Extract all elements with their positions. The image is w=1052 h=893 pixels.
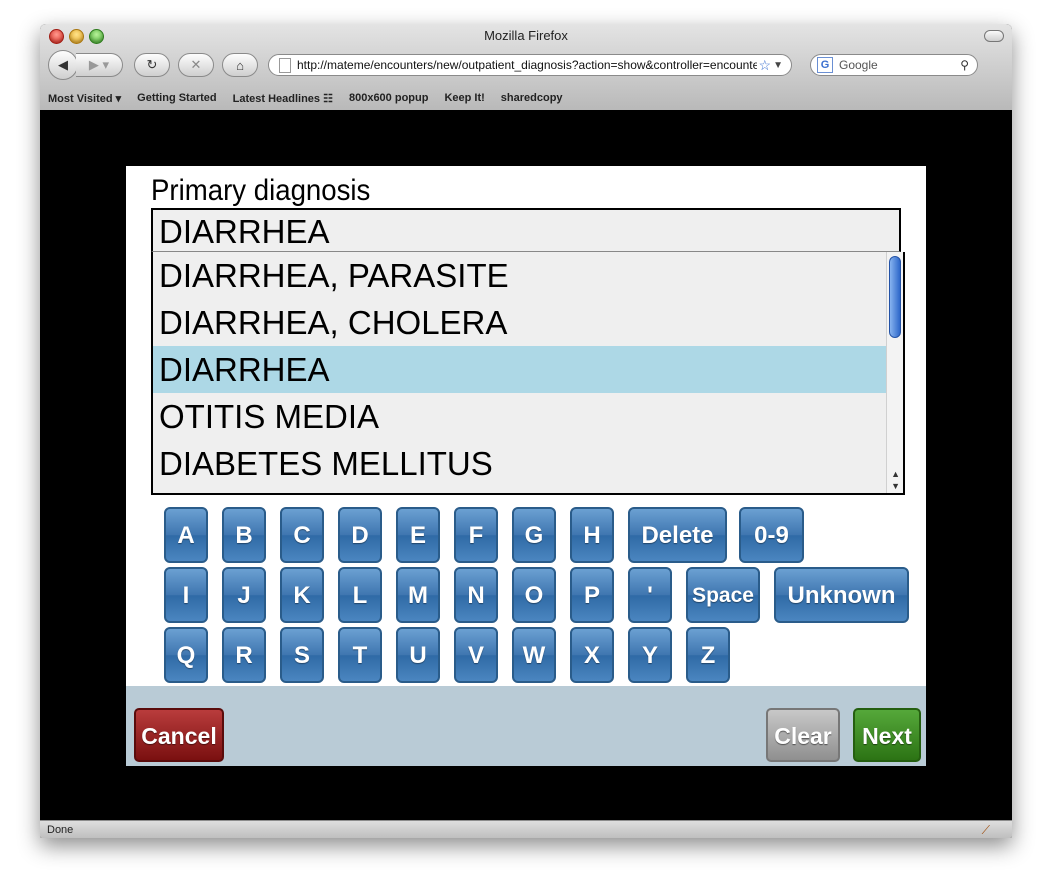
scrollbar[interactable]: ▲ ▼ <box>886 252 903 493</box>
list-item[interactable]: DIABETES MELLITUS <box>153 440 887 487</box>
status-text: Done <box>47 824 74 836</box>
key-p[interactable]: P <box>570 567 614 623</box>
bookmark-keep-it[interactable]: Keep It! <box>444 92 484 104</box>
bookmark-sharedcopy[interactable]: sharedcopy <box>501 92 563 104</box>
bookmark-latest-headlines[interactable]: Latest Headlines ☷ <box>233 92 333 105</box>
key-i[interactable]: I <box>164 567 208 623</box>
diagnosis-input[interactable]: DIARRHEA <box>151 208 901 252</box>
numbers-key[interactable]: 0-9 <box>739 507 804 563</box>
stop-icon: ✕ <box>190 57 202 72</box>
browser-window: Mozilla Firefox ◀ ▶ ▾ ↻ ✕ ⌂ http://matem… <box>40 24 1012 838</box>
page-content: Primary diagnosis DIARRHEA DIARRHEA, PAR… <box>40 110 1012 820</box>
bookmarks-toolbar: Most Visited ▾ Getting Started Latest He… <box>40 86 1012 110</box>
key-t[interactable]: T <box>338 627 382 683</box>
key-f[interactable]: F <box>454 507 498 563</box>
touchscreen-app: Primary diagnosis DIARRHEA DIARRHEA, PAR… <box>126 166 926 766</box>
back-arrow-icon: ◀ <box>58 57 68 72</box>
key-v[interactable]: V <box>454 627 498 683</box>
key-b[interactable]: B <box>222 507 266 563</box>
list-item[interactable]: OTITIS MEDIA <box>153 393 887 440</box>
status-bar: Done ⟋ <box>40 820 1012 838</box>
forward-arrow-icon: ▶ ▾ <box>88 57 110 72</box>
scrollbar-thumb[interactable] <box>889 256 901 338</box>
list-item[interactable]: DIARRHEA, CHOLERA <box>153 299 887 346</box>
search-engine-icon[interactable]: G <box>817 57 833 73</box>
navigation-toolbar: ◀ ▶ ▾ ↻ ✕ ⌂ http://mateme/encounters/new… <box>40 50 1012 82</box>
bookmark-most-visited[interactable]: Most Visited ▾ <box>48 92 121 105</box>
window-title: Mozilla Firefox <box>484 28 568 43</box>
search-icon[interactable]: ⚲ <box>960 58 969 72</box>
key-e[interactable]: E <box>396 507 440 563</box>
search-bar[interactable]: G Google ⚲ <box>810 54 978 76</box>
key-w[interactable]: W <box>512 627 556 683</box>
key-g[interactable]: G <box>512 507 556 563</box>
key-j[interactable]: J <box>222 567 266 623</box>
space-key[interactable]: Space <box>686 567 760 623</box>
next-button[interactable]: Next <box>853 708 921 762</box>
url-bar[interactable]: http://mateme/encounters/new/outpatient_… <box>268 54 792 76</box>
home-button[interactable]: ⌂ <box>222 53 258 77</box>
cancel-button[interactable]: Cancel <box>134 708 224 762</box>
key-n[interactable]: N <box>454 567 498 623</box>
url-text[interactable]: http://mateme/encounters/new/outpatient_… <box>297 58 757 72</box>
list-item-selected[interactable]: DIARRHEA <box>153 346 887 393</box>
key-r[interactable]: R <box>222 627 266 683</box>
forward-button[interactable]: ▶ ▾ <box>76 53 123 77</box>
key-d[interactable]: D <box>338 507 382 563</box>
key-q[interactable]: Q <box>164 627 208 683</box>
unknown-key[interactable]: Unknown <box>774 567 909 623</box>
key-a[interactable]: A <box>164 507 208 563</box>
bookmark-popup[interactable]: 800x600 popup <box>349 92 428 104</box>
options-list: DIARRHEA, PARASITE DIARRHEA, CHOLERA DIA… <box>151 252 905 495</box>
scroll-down-icon[interactable]: ▼ <box>891 481 900 491</box>
stop-button[interactable]: ✕ <box>178 53 214 77</box>
search-input[interactable]: Google <box>839 58 960 72</box>
key-h[interactable]: H <box>570 507 614 563</box>
key-l[interactable]: L <box>338 567 382 623</box>
key-x[interactable]: X <box>570 627 614 683</box>
key-c[interactable]: C <box>280 507 324 563</box>
resize-grip-icon[interactable]: ⟋ <box>982 823 990 838</box>
key-z[interactable]: Z <box>686 627 730 683</box>
delete-key[interactable]: Delete <box>628 507 727 563</box>
bookmark-star-icon[interactable]: ☆ <box>759 57 772 74</box>
browser-chrome: Mozilla Firefox ◀ ▶ ▾ ↻ ✕ ⌂ http://matem… <box>40 24 1012 110</box>
key-s[interactable]: S <box>280 627 324 683</box>
question-label: Primary diagnosis <box>151 174 371 207</box>
reload-icon: ↻ <box>146 57 158 72</box>
clear-button[interactable]: Clear <box>766 708 840 762</box>
bookmark-getting-started[interactable]: Getting Started <box>137 92 216 104</box>
toolbar-toggle-button[interactable] <box>984 30 1004 42</box>
key-m[interactable]: M <box>396 567 440 623</box>
list-item[interactable]: DIARRHEA, PARASITE <box>153 252 887 299</box>
reload-button[interactable]: ↻ <box>134 53 170 77</box>
bottom-nav-bar: Cancel Clear Next <box>126 686 926 766</box>
key-y[interactable]: Y <box>628 627 672 683</box>
scroll-up-icon[interactable]: ▲ <box>891 469 900 479</box>
back-button[interactable]: ◀ <box>48 50 78 80</box>
title-bar: Mozilla Firefox <box>40 24 1012 48</box>
key-apostrophe[interactable]: ' <box>628 567 672 623</box>
url-history-dropdown-icon[interactable]: ▼ <box>773 60 783 71</box>
key-o[interactable]: O <box>512 567 556 623</box>
key-u[interactable]: U <box>396 627 440 683</box>
key-k[interactable]: K <box>280 567 324 623</box>
page-icon <box>279 57 291 73</box>
home-icon: ⌂ <box>236 57 244 73</box>
